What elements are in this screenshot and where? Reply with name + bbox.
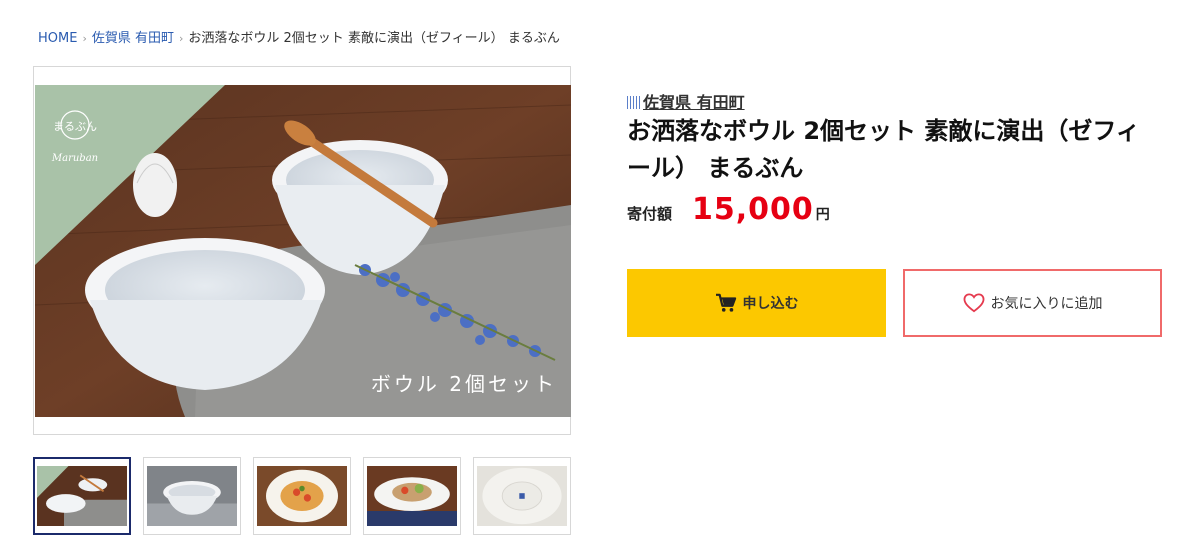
heart-icon [963, 293, 984, 313]
price-unit: 円 [815, 207, 830, 223]
add-to-favorites-label: お気に入りに追加 [990, 296, 1103, 312]
add-to-favorites-button[interactable]: お気に入りに追加 [903, 269, 1162, 337]
apply-button-label: 申し込む [742, 296, 799, 312]
thumbnail-bowl-bottom[interactable] [473, 457, 571, 535]
thumbnail-single-bowl[interactable] [143, 457, 241, 535]
cart-icon [715, 293, 736, 312]
image-caption: ボウル 2個セット [371, 372, 557, 396]
breadcrumb-current: お洒落なボウル 2個セット 素敵に演出（ゼフィール） まるぶん [188, 31, 560, 46]
thumbnail-pasta-dish[interactable] [253, 457, 351, 535]
breadcrumb-separator: › [179, 32, 184, 45]
price-value: 15,000 [692, 192, 814, 227]
main-product-image-frame: まるぶん Maruban ボウル 2個セット [33, 66, 571, 435]
breadcrumb-home[interactable]: HOME [38, 31, 77, 46]
region-bars-icon [627, 96, 640, 109]
thumbnail-salad-dish[interactable] [363, 457, 461, 535]
brand-logo-mark: まるぶん [53, 120, 97, 133]
product-title: お洒落なボウル 2個セット 素敵に演出（ゼフィール） まるぶん [627, 117, 1140, 182]
breadcrumb-region[interactable]: 佐賀県 有田町 [92, 31, 174, 46]
thumbnail-bowls-set[interactable] [33, 457, 131, 535]
product-region: 佐賀県 有田町 [627, 89, 745, 113]
region-link[interactable]: 佐賀県 有田町 [643, 93, 745, 112]
apply-button[interactable]: 申し込む [627, 269, 886, 337]
main-product-image[interactable]: まるぶん Maruban ボウル 2個セット [35, 85, 571, 417]
price-row: 寄付額 15,000 円 [627, 192, 830, 227]
breadcrumb: HOME › 佐賀県 有田町 › お洒落なボウル 2個セット 素敵に演出（ゼフィール） … [38, 27, 560, 46]
brand-logo: Maruban [51, 153, 98, 164]
breadcrumb-separator: › [82, 32, 87, 45]
price-label: 寄付額 [627, 205, 673, 223]
